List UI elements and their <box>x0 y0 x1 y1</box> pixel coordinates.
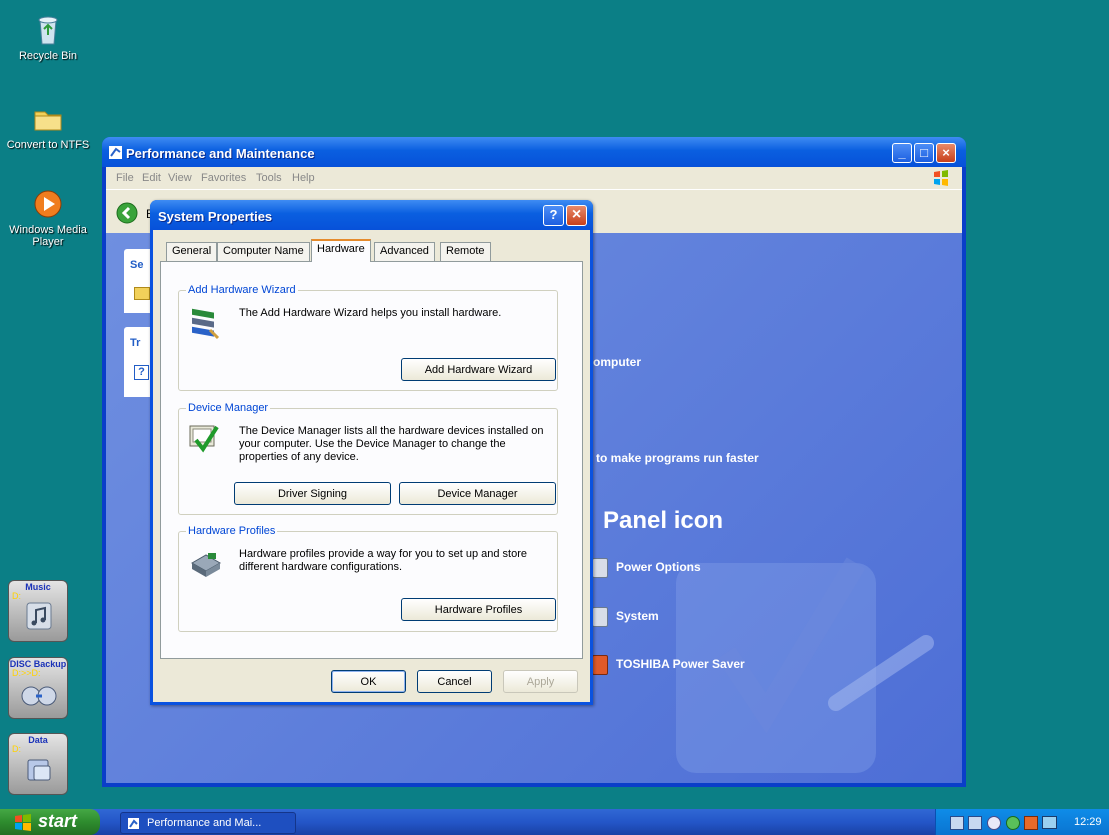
explorer-title: Performance and Maintenance <box>126 146 315 161</box>
device-manager-icon <box>189 425 219 453</box>
desktop-icon-label: Convert to NTFS <box>6 139 90 151</box>
disc-icon <box>21 686 57 706</box>
pick-task-programs-link[interactable]: to make programs run faster <box>596 451 759 465</box>
data-drive-icon <box>27 759 51 781</box>
hardware-tab-page: Add Hardware Wizard The Add Hardware Wiz… <box>160 261 583 659</box>
side-button-drive: D: <box>12 744 21 754</box>
windows-logo-icon <box>15 814 31 831</box>
taskbar-item-label: Performance and Mai... <box>147 817 262 829</box>
system-properties-dialog: System Properties ? × General Computer N… <box>150 200 593 705</box>
dialog-body: General Computer Name Hardware Advanced … <box>153 230 590 702</box>
windows-logo-icon <box>934 170 948 186</box>
cp-item-label: System <box>616 609 659 623</box>
taskbar-item-performance[interactable]: Performance and Mai... <box>120 812 296 834</box>
device-manager-button[interactable]: Device Manager <box>399 482 556 505</box>
power-options-icon <box>592 558 608 578</box>
menu-edit[interactable]: Edit <box>142 172 161 184</box>
menu-file[interactable]: File <box>116 172 134 184</box>
add-hardware-wizard-button[interactable]: Add Hardware Wizard <box>401 358 556 381</box>
add-hardware-wizard-icon <box>192 308 220 340</box>
back-arrow-icon <box>116 202 138 224</box>
desktop-icon-label: Recycle Bin <box>18 50 78 62</box>
close-button[interactable]: × <box>936 143 956 163</box>
tray-network-icon[interactable] <box>950 816 964 830</box>
group-label: Add Hardware Wizard <box>186 284 298 296</box>
device-manager-group: Device Manager The Device Manager lists … <box>178 402 558 515</box>
tab-hardware[interactable]: Hardware <box>311 239 371 262</box>
control-panel-watermark-icon <box>676 557 934 773</box>
side-button-disc-backup[interactable]: DISC Backup D:>>D: <box>8 657 68 719</box>
apply-button[interactable]: Apply <box>503 670 578 693</box>
clock[interactable]: 12:29 <box>1074 816 1102 828</box>
tray-clock-app-icon[interactable] <box>987 816 1001 830</box>
tab-computer-name[interactable]: Computer Name <box>217 242 310 261</box>
group-description: The Device Manager lists all the hardwar… <box>239 425 544 463</box>
system-tray: 12:29 <box>935 809 1109 835</box>
minimize-button[interactable]: _ <box>892 143 912 163</box>
control-panel-icon <box>109 146 122 159</box>
cancel-button[interactable]: Cancel <box>417 670 492 693</box>
tray-network-icon[interactable] <box>968 816 982 830</box>
side-button-drive: D: <box>12 591 21 601</box>
folder-icon <box>134 287 150 300</box>
tray-app-icon[interactable] <box>1006 816 1020 830</box>
tray-app-icon[interactable] <box>1024 816 1038 830</box>
group-description: The Add Hardware Wizard helps you instal… <box>239 307 502 319</box>
group-description: Hardware profiles provide a way for you … <box>239 548 527 573</box>
pick-icon-heading: Panel icon <box>603 507 724 534</box>
music-note-icon <box>26 602 52 630</box>
menu-favorites[interactable]: Favorites <box>201 172 246 184</box>
desktop-icon-convert-ntfs[interactable]: Convert to NTFS <box>6 103 90 151</box>
desktop-icon-media-player[interactable]: Windows Media Player <box>6 188 90 248</box>
tab-remote[interactable]: Remote <box>440 242 491 261</box>
menu-view[interactable]: View <box>168 172 192 184</box>
menu-tools[interactable]: Tools <box>256 172 282 184</box>
folder-icon <box>34 111 62 131</box>
taskbar: start Performance and Mai... 12:29 <box>0 809 1109 835</box>
side-panel-title: Se <box>130 259 144 271</box>
pick-task-computer-link[interactable]: omputer <box>593 355 641 369</box>
tab-general[interactable]: General <box>166 242 218 261</box>
recycle-bin-icon <box>38 16 58 45</box>
help-icon: ? <box>134 365 149 380</box>
side-panel-title: Tr <box>130 337 141 349</box>
add-hardware-wizard-group: Add Hardware Wizard The Add Hardware Wiz… <box>178 284 558 391</box>
group-label: Hardware Profiles <box>186 525 278 537</box>
menu-bar: File Edit View Favorites Tools Help <box>106 167 962 189</box>
maximize-button[interactable]: □ <box>914 143 934 163</box>
media-player-icon <box>34 190 62 218</box>
explorer-title-bar[interactable]: Performance and Maintenance _ □ × <box>102 137 966 167</box>
hardware-profiles-group: Hardware Profiles Hardware profiles prov… <box>178 525 558 632</box>
control-panel-icon <box>128 818 139 829</box>
dialog-title: System Properties <box>158 209 273 224</box>
desktop-icon-recycle-bin[interactable]: Recycle Bin <box>6 14 90 62</box>
cp-item-label: Power Options <box>616 560 701 574</box>
driver-signing-button[interactable]: Driver Signing <box>234 482 391 505</box>
group-label: Device Manager <box>186 402 271 414</box>
dialog-title-bar[interactable]: System Properties ? × <box>150 200 593 230</box>
tab-advanced[interactable]: Advanced <box>374 242 435 261</box>
toshiba-power-saver-icon <box>592 655 608 675</box>
dialog-close-button[interactable]: × <box>566 205 587 226</box>
system-icon <box>592 607 608 627</box>
hardware-profiles-button[interactable]: Hardware Profiles <box>401 598 556 621</box>
side-button-music[interactable]: Music D: <box>8 580 68 642</box>
start-label: start <box>38 811 78 831</box>
desktop-icon-label: Windows Media Player <box>9 224 87 248</box>
side-button-data[interactable]: Data D: <box>8 733 68 795</box>
menu-help[interactable]: Help <box>292 172 315 184</box>
cp-item-label: TOSHIBA Power Saver <box>616 657 745 671</box>
tray-monitor-icon[interactable] <box>1042 816 1057 829</box>
side-button-drive: D:>>D: <box>12 668 41 678</box>
ok-button[interactable]: OK <box>331 670 406 693</box>
start-button[interactable]: start <box>0 809 100 835</box>
hardware-profiles-icon <box>190 553 222 577</box>
help-button[interactable]: ? <box>543 205 564 226</box>
